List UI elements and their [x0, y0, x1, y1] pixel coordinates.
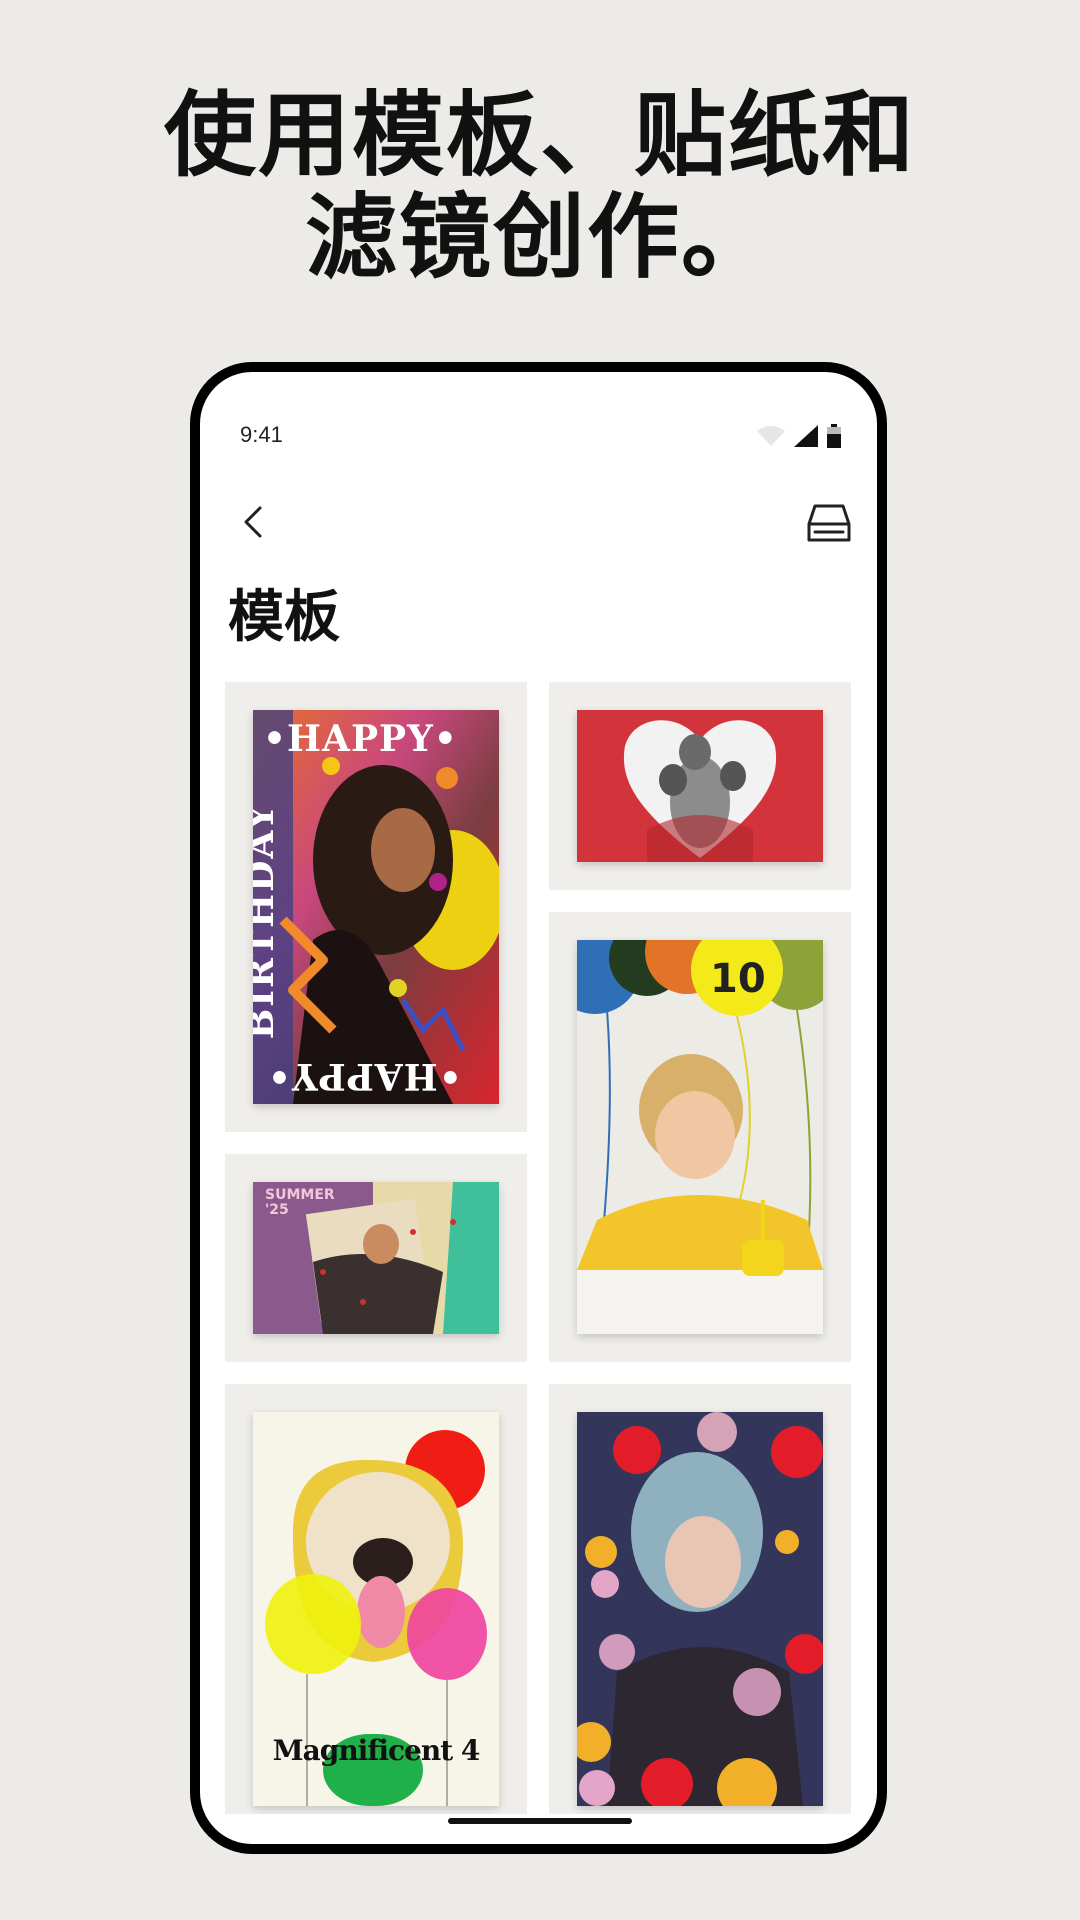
template-thumbnail [577, 710, 823, 862]
template-thumbnail: Magnificent 4 [253, 1412, 499, 1806]
cellular-signal-icon [793, 425, 818, 447]
template-card-heart-family[interactable] [549, 682, 851, 890]
template-thumbnail: SUMMER '25 [253, 1182, 499, 1334]
template-card-magnificent-dog[interactable]: Magnificent 4 [225, 1384, 527, 1814]
storage-button[interactable] [805, 502, 853, 546]
magnificent-caption-text: Magnificent 4 [272, 1734, 481, 1767]
back-button[interactable] [236, 502, 276, 542]
phone-frame: 9:41 模板 •HAPPY• BIRTHDAY •HAPPY• 10 SUMM… [190, 362, 887, 1854]
page-title: 模板 [228, 585, 340, 650]
storage-drive-icon [807, 504, 851, 542]
home-indicator[interactable] [448, 1818, 632, 1824]
summer-label-text: SUMMER '25 [265, 1187, 335, 1218]
headline-line-2: 滤镜创作。 [304, 184, 775, 291]
template-thumbnail: •HAPPY• BIRTHDAY •HAPPY• [253, 710, 499, 1104]
birthday-side-text: BIRTHDAY [253, 802, 283, 1040]
happy-top-text: •HAPPY• [263, 718, 458, 760]
status-time: 9:41 [240, 422, 283, 447]
status-icons [753, 424, 841, 448]
battery-icon [827, 424, 841, 448]
template-card-balloon-birthday[interactable]: 10 [549, 912, 851, 1362]
template-card-summer[interactable]: SUMMER '25 [225, 1154, 527, 1362]
template-thumbnail: 10 [577, 940, 823, 1334]
template-card-bokeh-portrait[interactable] [549, 1384, 851, 1814]
balloon-number-text: 10 [710, 956, 766, 1002]
happy-bottom-text: •HAPPY• [267, 1055, 462, 1097]
chevron-left-icon [244, 506, 262, 538]
headline-line-1: 使用模板、贴纸和 [163, 82, 916, 189]
template-card-happy-birthday[interactable]: •HAPPY• BIRTHDAY •HAPPY• [225, 682, 527, 1132]
wifi-icon [756, 426, 785, 446]
headline: 使用模板、贴纸和 滤镜创作。 [0, 85, 1080, 289]
template-thumbnail [577, 1412, 823, 1806]
status-bar: 9:41 [200, 372, 877, 452]
